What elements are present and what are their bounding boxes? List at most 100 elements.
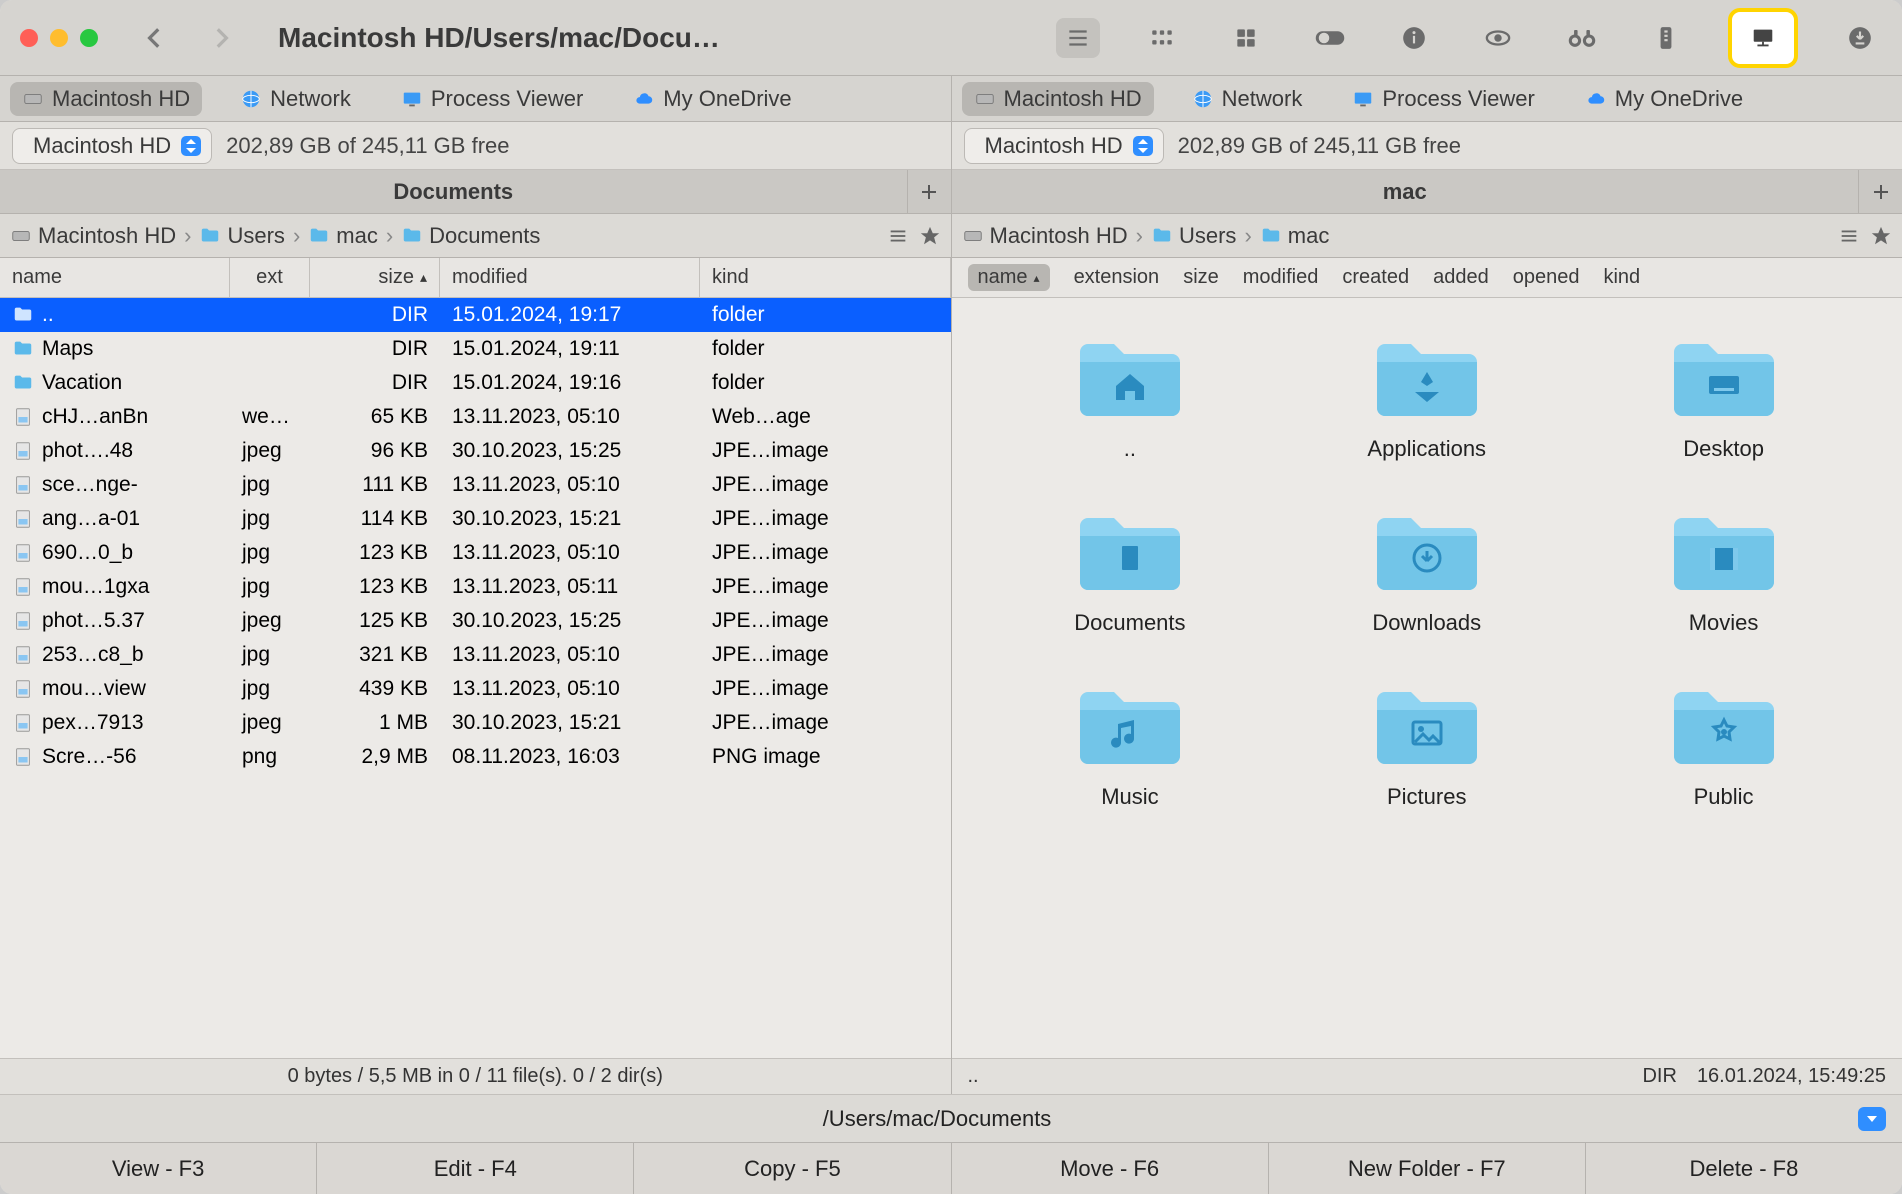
file-row[interactable]: VacationDIR15.01.2024, 19:16folder bbox=[0, 366, 951, 400]
folder-pictures[interactable]: Pictures bbox=[1288, 676, 1565, 810]
breadcrumb-seg[interactable]: mac bbox=[308, 223, 378, 249]
view-grid-icon[interactable] bbox=[1224, 18, 1268, 58]
path-input[interactable] bbox=[16, 1106, 1858, 1132]
breadcrumb-seg[interactable]: Macintosh HD bbox=[10, 223, 176, 249]
path-dropdown-button[interactable] bbox=[1858, 1107, 1886, 1131]
globe-icon bbox=[1192, 88, 1214, 110]
back-button[interactable] bbox=[142, 25, 168, 51]
tab-macintosh-hd[interactable]: Macintosh HD bbox=[10, 82, 202, 116]
file-row[interactable]: 690…0_bjpg123 KB13.11.2023, 05:10JPE…ima… bbox=[0, 536, 951, 570]
folder-icon bbox=[401, 225, 423, 247]
col-kind[interactable]: kind bbox=[700, 258, 951, 297]
globe-icon bbox=[240, 88, 262, 110]
breadcrumb-seg[interactable]: Macintosh HD bbox=[962, 223, 1128, 249]
fn-view[interactable]: View - F3 bbox=[0, 1143, 317, 1194]
cloud-icon bbox=[1585, 88, 1607, 110]
fullscreen-button[interactable] bbox=[80, 29, 98, 47]
file-row[interactable]: mou…viewjpg439 KB13.11.2023, 05:10JPE…im… bbox=[0, 672, 951, 706]
binoculars-icon[interactable] bbox=[1560, 18, 1604, 58]
view-columns-icon[interactable] bbox=[1140, 18, 1184, 58]
forward-button[interactable] bbox=[208, 25, 234, 51]
col-modified[interactable]: modified bbox=[440, 258, 700, 297]
col-name[interactable]: name▴ bbox=[968, 264, 1050, 291]
fn-move[interactable]: Move - F6 bbox=[952, 1143, 1269, 1194]
file-row[interactable]: cHJ…anBnwe…65 KB13.11.2023, 05:10Web…age bbox=[0, 400, 951, 434]
breadcrumb-seg[interactable]: Users bbox=[1151, 223, 1236, 249]
col-created[interactable]: created bbox=[1342, 266, 1409, 289]
right-icon-view[interactable]: ..ApplicationsDesktop DocumentsDownloadsM… bbox=[952, 298, 1902, 1058]
list-mode-icon[interactable] bbox=[887, 225, 909, 247]
folder-documents[interactable]: Documents bbox=[992, 502, 1269, 636]
file-row[interactable]: phot…5.37jpeg125 KB30.10.2023, 15:25JPE…… bbox=[0, 604, 951, 638]
tab-process-viewer[interactable]: Process Viewer bbox=[1340, 82, 1546, 116]
folder-applications[interactable]: Applications bbox=[1288, 328, 1565, 462]
breadcrumb-seg[interactable]: mac bbox=[1260, 223, 1330, 249]
window: Macintosh HD/Users/mac/Docu… Macintosh H… bbox=[0, 0, 1902, 1194]
file-row[interactable]: Scre…-56png2,9 MB08.11.2023, 16:03PNG im… bbox=[0, 740, 951, 774]
tab-process-viewer[interactable]: Process Viewer bbox=[389, 82, 595, 116]
fn-edit[interactable]: Edit - F4 bbox=[317, 1143, 634, 1194]
close-button[interactable] bbox=[20, 29, 38, 47]
col-added[interactable]: added bbox=[1433, 266, 1489, 289]
list-mode-icon[interactable] bbox=[1838, 225, 1860, 247]
star-icon[interactable] bbox=[919, 225, 941, 247]
folder-..[interactable]: .. bbox=[992, 328, 1269, 462]
left-pane: Macintosh HD Network Process Viewer My OneD… bbox=[0, 76, 952, 1094]
file-row[interactable]: pex…7913jpeg1 MB30.10.2023, 15:21JPE…ima… bbox=[0, 706, 951, 740]
col-size[interactable]: size bbox=[310, 258, 440, 297]
file-row[interactable]: sce…nge-jpg111 KB13.11.2023, 05:10JPE…im… bbox=[0, 468, 951, 502]
traffic-lights bbox=[20, 29, 98, 47]
col-opened[interactable]: opened bbox=[1513, 266, 1580, 289]
left-subtab-label[interactable]: Documents bbox=[0, 179, 907, 205]
col-modified[interactable]: modified bbox=[1243, 266, 1319, 289]
fn-copy[interactable]: Copy - F5 bbox=[634, 1143, 951, 1194]
right-add-tab-button[interactable] bbox=[1858, 170, 1902, 214]
download-icon[interactable] bbox=[1838, 18, 1882, 58]
left-file-list[interactable]: ..DIR15.01.2024, 19:17folderMapsDIR15.01… bbox=[0, 298, 951, 1058]
right-subtab-label[interactable]: mac bbox=[952, 179, 1859, 205]
network-share-icon[interactable] bbox=[1728, 8, 1798, 68]
file-row[interactable]: ang…a-01jpg114 KB30.10.2023, 15:21JPE…im… bbox=[0, 502, 951, 536]
col-kind[interactable]: kind bbox=[1603, 266, 1640, 289]
cloud-icon bbox=[633, 88, 655, 110]
tab-network[interactable]: Network bbox=[228, 82, 363, 116]
col-size[interactable]: size bbox=[1183, 266, 1219, 289]
tab-network[interactable]: Network bbox=[1180, 82, 1315, 116]
file-row[interactable]: phot….48jpeg96 KB30.10.2023, 15:25JPE…im… bbox=[0, 434, 951, 468]
file-row[interactable]: MapsDIR15.01.2024, 19:11folder bbox=[0, 332, 951, 366]
fn-new[interactable]: New Folder - F7 bbox=[1269, 1143, 1586, 1194]
fn-delete[interactable]: Delete - F8 bbox=[1586, 1143, 1902, 1194]
toggle-switch-icon[interactable] bbox=[1308, 18, 1352, 58]
tab-my-onedrive[interactable]: My OneDrive bbox=[621, 82, 803, 116]
left-add-tab-button[interactable] bbox=[907, 170, 951, 214]
file-row[interactable]: mou…1gxajpg123 KB13.11.2023, 05:11JPE…im… bbox=[0, 570, 951, 604]
folder-public[interactable]: Public bbox=[1585, 676, 1862, 810]
left-volume-select[interactable]: Macintosh HD bbox=[12, 128, 212, 164]
col-extension[interactable]: extension bbox=[1074, 266, 1160, 289]
breadcrumb-seg[interactable]: Documents bbox=[401, 223, 540, 249]
function-keys: View - F3Edit - F4Copy - F5Move - F6New … bbox=[0, 1142, 1902, 1194]
folder-downloads[interactable]: Downloads bbox=[1288, 502, 1565, 636]
col-name[interactable]: name bbox=[0, 258, 230, 297]
file-row[interactable]: ..DIR15.01.2024, 19:17folder bbox=[0, 298, 951, 332]
minimize-button[interactable] bbox=[50, 29, 68, 47]
file-row[interactable]: 253…c8_bjpg321 KB13.11.2023, 05:10JPE…im… bbox=[0, 638, 951, 672]
nav-arrows bbox=[142, 25, 234, 51]
hdd-icon bbox=[962, 225, 984, 247]
right-column-header[interactable]: name▴ extension size modified created added op… bbox=[952, 258, 1902, 298]
col-ext[interactable]: ext bbox=[230, 258, 310, 297]
right-volume-select[interactable]: Macintosh HD bbox=[964, 128, 1164, 164]
folder-desktop[interactable]: Desktop bbox=[1585, 328, 1862, 462]
folder-music[interactable]: Music bbox=[992, 676, 1269, 810]
view-list-icon[interactable] bbox=[1056, 18, 1100, 58]
folder-movies[interactable]: Movies bbox=[1585, 502, 1862, 636]
info-icon[interactable] bbox=[1392, 18, 1436, 58]
star-icon[interactable] bbox=[1870, 225, 1892, 247]
quicklook-icon[interactable] bbox=[1476, 18, 1520, 58]
left-column-header[interactable]: name ext size modified kind bbox=[0, 258, 951, 298]
archive-icon[interactable] bbox=[1644, 18, 1688, 58]
tab-macintosh-hd[interactable]: Macintosh HD bbox=[962, 82, 1154, 116]
breadcrumb-seg[interactable]: Users bbox=[199, 223, 284, 249]
folder-icon bbox=[1664, 502, 1784, 598]
tab-my-onedrive[interactable]: My OneDrive bbox=[1573, 82, 1755, 116]
